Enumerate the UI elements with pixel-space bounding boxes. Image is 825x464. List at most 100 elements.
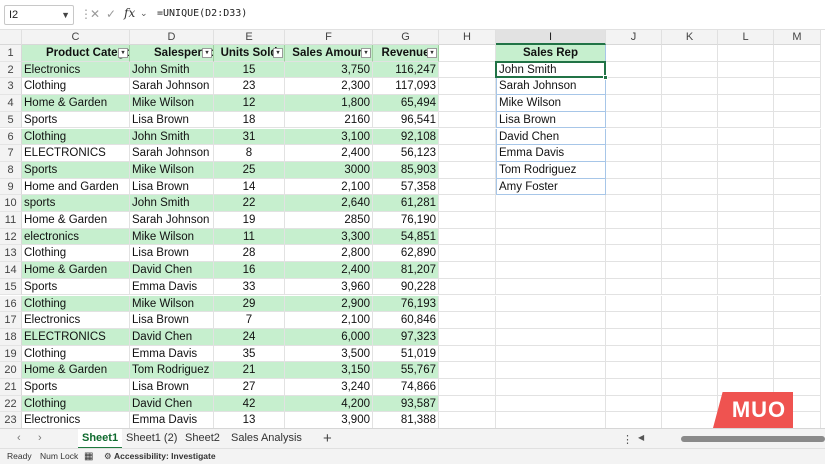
row-header-7[interactable]: 7 [0, 145, 22, 162]
cell-i19[interactable] [496, 345, 606, 363]
cell-h14[interactable] [439, 262, 496, 279]
table-cell[interactable]: 3,750 [285, 61, 373, 79]
cell-h6[interactable] [439, 128, 496, 146]
table-cell[interactable]: Mike Wilson [130, 295, 214, 313]
table-cell[interactable]: Lisa Brown [130, 312, 214, 329]
cell-m17[interactable] [774, 312, 821, 329]
unique-result-cell[interactable]: Emma Davis [496, 145, 606, 162]
cell-i17[interactable] [496, 312, 606, 329]
cell-m18[interactable] [774, 328, 821, 346]
table-cell[interactable]: 2,640 [285, 195, 373, 212]
cell-j11[interactable] [606, 212, 662, 229]
cell-l11[interactable] [718, 212, 774, 229]
name-box[interactable]: I2 ▼ [4, 5, 74, 25]
tab-split-handle[interactable]: ⋮ [622, 433, 633, 446]
row-header-20[interactable]: 20 [0, 362, 22, 379]
cell-l4[interactable] [718, 95, 774, 112]
cell-l3[interactable] [718, 78, 774, 96]
cell-j19[interactable] [606, 345, 662, 363]
table-cell[interactable]: 2,400 [285, 262, 373, 279]
table-cell[interactable]: Sarah Johnson [130, 212, 214, 229]
table-cell[interactable]: 117,093 [373, 78, 439, 96]
table-cell[interactable]: 29 [214, 295, 285, 313]
table-cell[interactable]: 1,800 [285, 95, 373, 112]
cell-j21[interactable] [606, 379, 662, 396]
cell-k13[interactable] [662, 245, 718, 263]
cell-k16[interactable] [662, 295, 718, 313]
table-cell[interactable]: Sports [22, 278, 130, 296]
formula-input[interactable]: =UNIQUE(D2:D33) [157, 8, 247, 19]
cell-m10[interactable] [774, 195, 821, 212]
table-cell[interactable]: David Chen [130, 395, 214, 413]
table-cell[interactable]: Clothing [22, 78, 130, 96]
cell-k7[interactable] [662, 145, 718, 162]
table-cell[interactable]: John Smith [130, 195, 214, 212]
cell-m20[interactable] [774, 362, 821, 379]
table-cell[interactable]: Clothing [22, 128, 130, 146]
table-cell[interactable]: 2,100 [285, 312, 373, 329]
horizontal-scrollbar[interactable]: ◀ [638, 433, 825, 443]
cell-l8[interactable] [718, 161, 774, 179]
cell-j6[interactable] [606, 128, 662, 146]
cell-i13[interactable] [496, 245, 606, 263]
cell-h11[interactable] [439, 212, 496, 229]
cell-i20[interactable] [496, 362, 606, 379]
cell-h19[interactable] [439, 345, 496, 363]
table-cell[interactable]: 27 [214, 379, 285, 396]
cell-j2[interactable] [606, 61, 662, 79]
cell-j15[interactable] [606, 278, 662, 296]
filter-dropdown-icon[interactable]: ▾ [427, 48, 437, 58]
cell-k14[interactable] [662, 262, 718, 279]
table-cell[interactable]: 42 [214, 395, 285, 413]
row-header-13[interactable]: 13 [0, 245, 22, 263]
cell-j14[interactable] [606, 262, 662, 279]
cell-k17[interactable] [662, 312, 718, 329]
table-cell[interactable]: 2160 [285, 111, 373, 129]
table-cell[interactable]: Lisa Brown [130, 178, 214, 196]
cell-l2[interactable] [718, 61, 774, 79]
column-header-g[interactable]: G [373, 30, 439, 45]
row-header-11[interactable]: 11 [0, 212, 22, 229]
table-cell[interactable]: Clothing [22, 295, 130, 313]
table-cell[interactable]: 3,500 [285, 345, 373, 363]
unique-result-cell[interactable]: Sarah Johnson [496, 78, 606, 96]
cell-l14[interactable] [718, 262, 774, 279]
cell-m11[interactable] [774, 212, 821, 229]
filter-dropdown-icon[interactable]: ▾ [273, 48, 283, 58]
table-cell[interactable]: 81,388 [373, 412, 439, 430]
cell-k6[interactable] [662, 128, 718, 146]
table-cell[interactable]: 25 [214, 161, 285, 179]
table-cell[interactable]: electronics [22, 228, 130, 246]
cell-m9[interactable] [774, 178, 821, 196]
cell-h15[interactable] [439, 278, 496, 296]
table-cell[interactable]: 13 [214, 412, 285, 430]
cell-j8[interactable] [606, 161, 662, 179]
table-cell[interactable]: 62,890 [373, 245, 439, 263]
table-cell[interactable]: 3000 [285, 161, 373, 179]
table-cell[interactable]: 7 [214, 312, 285, 329]
table-cell[interactable]: Sports [22, 379, 130, 396]
table-cell[interactable]: 51,019 [373, 345, 439, 363]
cell-l15[interactable] [718, 278, 774, 296]
table-cell[interactable]: Emma Davis [130, 278, 214, 296]
table-cell[interactable]: 92,108 [373, 128, 439, 146]
cell-l7[interactable] [718, 145, 774, 162]
table-cell[interactable]: Lisa Brown [130, 111, 214, 129]
sheet-stats-icon[interactable]: ▦ [84, 449, 93, 464]
column-header-h[interactable]: H [439, 30, 496, 45]
table-cell[interactable]: Mike Wilson [130, 95, 214, 112]
row-header-17[interactable]: 17 [0, 312, 22, 329]
table-cell[interactable]: sports [22, 195, 130, 212]
column-header-i[interactable]: I [496, 30, 606, 45]
table-cell[interactable]: 2850 [285, 212, 373, 229]
cell-l13[interactable] [718, 245, 774, 263]
cell-i18[interactable] [496, 328, 606, 346]
cell-m15[interactable] [774, 278, 821, 296]
cell-h5[interactable] [439, 111, 496, 129]
column-header-e[interactable]: E [214, 30, 285, 45]
row-header-8[interactable]: 8 [0, 161, 22, 179]
fill-handle[interactable] [603, 75, 608, 81]
table-cell[interactable]: 22 [214, 195, 285, 212]
table-cell[interactable]: 85,903 [373, 161, 439, 179]
cell-h13[interactable] [439, 245, 496, 263]
